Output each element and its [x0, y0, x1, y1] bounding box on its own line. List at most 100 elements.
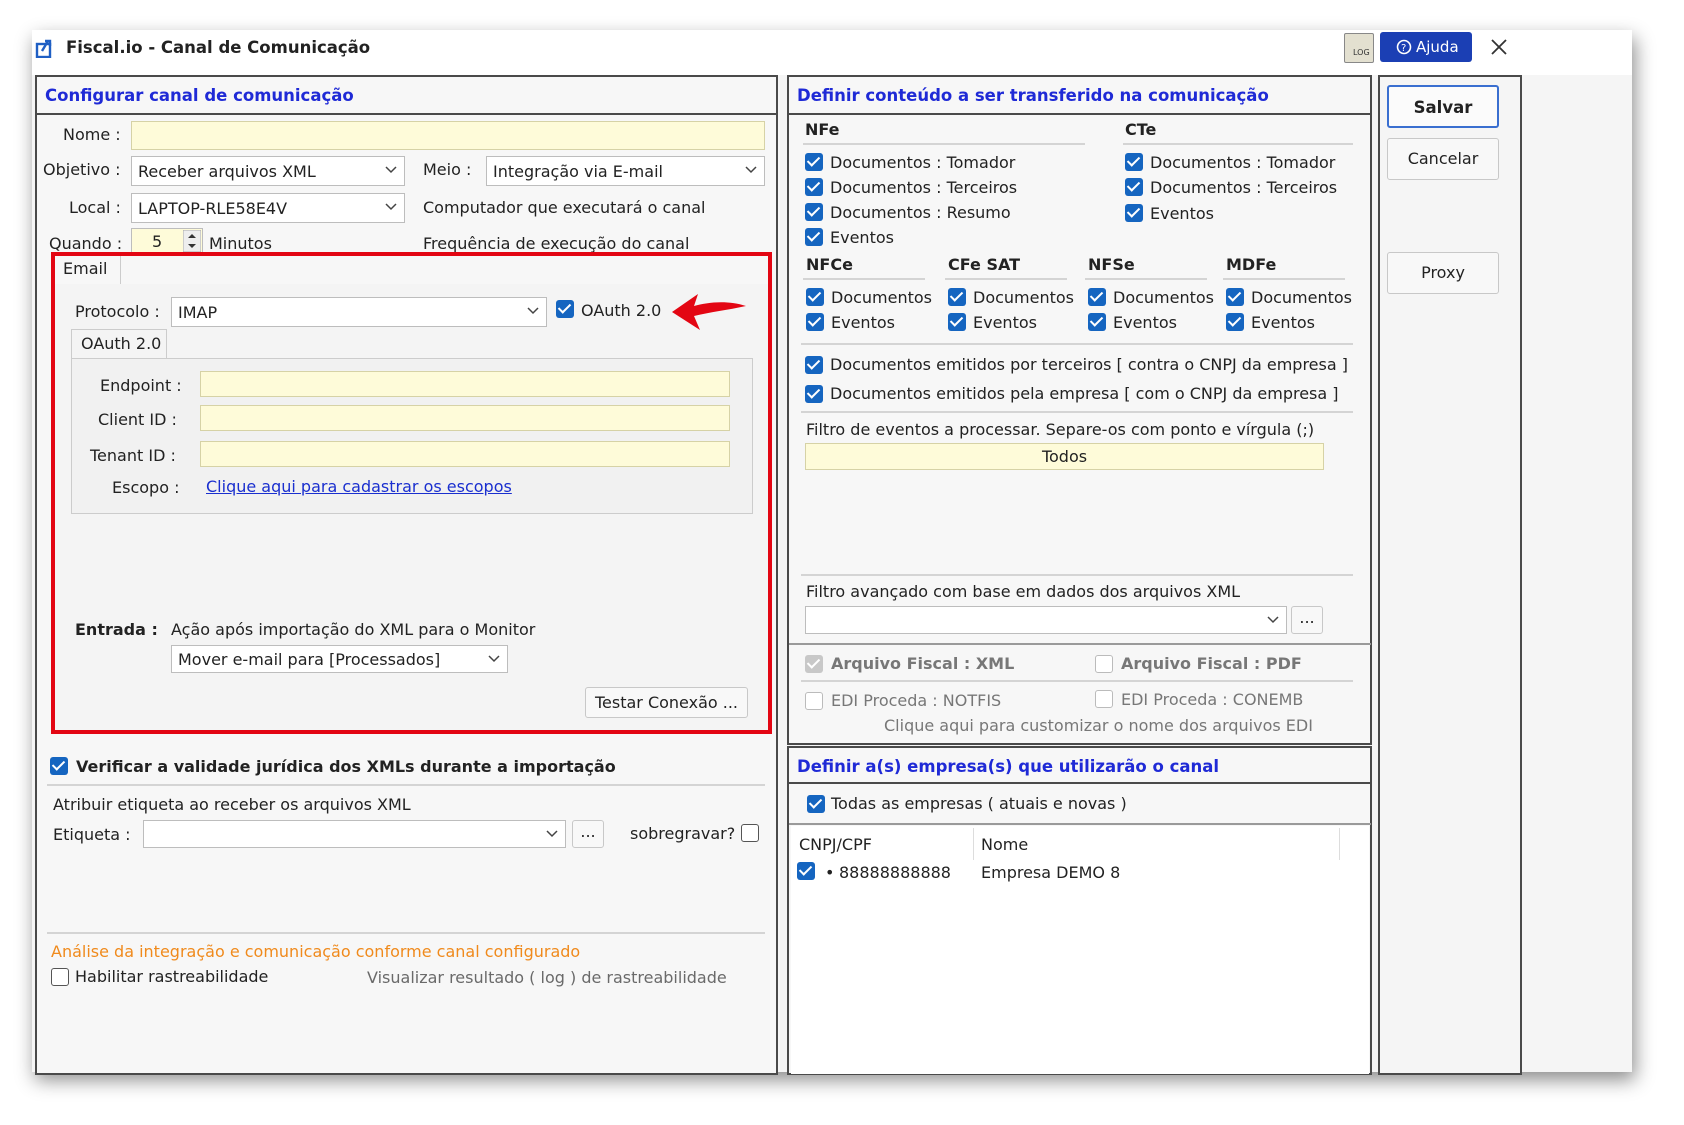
- nfce-checkbox[interactable]: [806, 313, 824, 331]
- quando-stepper[interactable]: 5: [131, 228, 203, 254]
- habilitar-label: Habilitar rastreabilidade: [75, 967, 269, 986]
- edi-conemb-checkbox[interactable]: [1095, 690, 1113, 708]
- clientid-label: Client ID :: [98, 410, 177, 429]
- filtro-eventos-input[interactable]: Todos: [805, 443, 1324, 470]
- arquivo-pdf-label: Arquivo Fiscal : PDF: [1121, 654, 1302, 673]
- nfe-checkbox[interactable]: [805, 153, 823, 171]
- col-nome-header: Nome: [981, 835, 1029, 854]
- content-panel-title: Definir conteúdo a ser transferido na co…: [797, 86, 1269, 105]
- nfe-checkbox[interactable]: [805, 203, 823, 221]
- nfe-checkbox[interactable]: [805, 178, 823, 196]
- todas-empresas-checkbox[interactable]: [807, 795, 825, 813]
- etiqueta-select[interactable]: [143, 820, 566, 848]
- filtro-avancado-select[interactable]: [805, 606, 1287, 634]
- mdfe-checkbox[interactable]: [1226, 313, 1244, 331]
- row-checkbox[interactable]: [797, 862, 815, 880]
- cte-title: CTe: [1125, 120, 1157, 139]
- tab-oauth[interactable]: OAuth 2.0: [71, 329, 167, 359]
- meio-select[interactable]: Integração via E-mail: [486, 156, 765, 186]
- emitidos-terceiros-label: Documentos emitidos por terceiros [ cont…: [830, 355, 1348, 374]
- mdfe-checkbox[interactable]: [1226, 288, 1244, 306]
- help-button[interactable]: ? Ajuda: [1380, 32, 1472, 62]
- oauth-checkbox[interactable]: [556, 300, 574, 318]
- local-description: Computador que executará o canal: [423, 198, 706, 217]
- dialog-window: Fiscal.io - Canal de Comunicação LOG ? A…: [32, 30, 1632, 1075]
- protocolo-label: Protocolo :: [75, 302, 160, 321]
- etiqueta-more-button[interactable]: ...: [572, 820, 604, 848]
- nfe-title: NFe: [805, 120, 840, 139]
- nfe-item: Eventos: [830, 228, 894, 247]
- atribuir-label: Atribuir etiqueta ao receber os arquivos…: [53, 795, 411, 814]
- chevron-down-icon: [488, 655, 500, 663]
- cfesat-checkbox[interactable]: [948, 288, 966, 306]
- endpoint-input[interactable]: [200, 371, 730, 397]
- sobregravar-checkbox[interactable]: [741, 824, 759, 842]
- objetivo-select[interactable]: Receber arquivos XML: [131, 156, 405, 186]
- sobregravar-label: sobregravar?: [630, 824, 736, 843]
- quando-label: Quando :: [49, 234, 123, 253]
- objetivo-label: Objetivo :: [43, 160, 121, 179]
- entrada-description: Ação após importação do XML para o Monit…: [171, 620, 536, 639]
- arquivo-xml-label: Arquivo Fiscal : XML: [831, 654, 1015, 673]
- escopo-label: Escopo :: [112, 478, 180, 497]
- nfse-checkbox[interactable]: [1088, 288, 1106, 306]
- empresas-panel: Definir a(s) empresa(s) que utilizarão o…: [787, 746, 1372, 1075]
- endpoint-label: Endpoint :: [100, 376, 182, 395]
- email-tab-content: Protocolo : IMAP OAuth 2.0 OAuth 2.0 End…: [55, 284, 768, 730]
- testar-conexao-button[interactable]: Testar Conexão ...: [585, 687, 748, 718]
- col-cnpj-header: CNPJ/CPF: [799, 835, 872, 854]
- oauth-checkbox-label: OAuth 2.0: [581, 301, 662, 320]
- content-panel: Definir conteúdo a ser transferido na co…: [787, 75, 1372, 745]
- visualizar-link[interactable]: Visualizar resultado ( log ) de rastreab…: [367, 968, 727, 987]
- cte-checkbox[interactable]: [1125, 153, 1143, 171]
- cancelar-button[interactable]: Cancelar: [1387, 138, 1499, 180]
- nfse-checkbox[interactable]: [1088, 313, 1106, 331]
- entrada-select[interactable]: Mover e-mail para [Processados]: [171, 645, 508, 673]
- log-icon[interactable]: LOG: [1344, 33, 1374, 63]
- mdfe-item: Eventos: [1251, 313, 1315, 332]
- cte-checkbox[interactable]: [1125, 178, 1143, 196]
- nome-label: Nome :: [63, 125, 121, 144]
- emitidos-empresa-checkbox[interactable]: [805, 385, 823, 403]
- config-panel: Configurar canal de comunicação Nome : O…: [35, 75, 778, 1075]
- nfce-checkbox[interactable]: [806, 288, 824, 306]
- email-tab-highlight: Email Protocolo : IMAP OAuth 2.0 OAuth 2…: [51, 252, 772, 734]
- habilitar-checkbox[interactable]: [51, 968, 69, 986]
- emitidos-terceiros-checkbox[interactable]: [805, 356, 823, 374]
- nfe-checkbox[interactable]: [805, 228, 823, 246]
- filtro-eventos-label: Filtro de eventos a processar. Separe-os…: [806, 420, 1315, 439]
- verificar-checkbox[interactable]: [50, 757, 68, 775]
- empresas-table: CNPJ/CPF Nome • 88888888888 Empresa DEMO…: [791, 826, 1369, 1074]
- nome-input[interactable]: [131, 121, 765, 150]
- emitidos-empresa-label: Documentos emitidos pela empresa [ com o…: [830, 384, 1339, 403]
- close-icon[interactable]: [1491, 39, 1507, 55]
- filtro-avancado-more-button[interactable]: ...: [1291, 606, 1323, 634]
- edi-conemb-label: EDI Proceda : CONEMB: [1121, 690, 1304, 709]
- proxy-button[interactable]: Proxy: [1387, 252, 1499, 294]
- config-panel-title: Configurar canal de comunicação: [45, 86, 354, 105]
- stepper-arrows-icon[interactable]: [183, 230, 201, 252]
- arquivo-xml-checkbox[interactable]: [805, 655, 823, 673]
- tab-email[interactable]: Email: [55, 256, 121, 284]
- salvar-button[interactable]: Salvar: [1387, 85, 1499, 128]
- filtro-avancado-label: Filtro avançado com base em dados dos ar…: [806, 582, 1241, 601]
- table-row[interactable]: • 88888888888 Empresa DEMO 8: [791, 862, 1369, 890]
- todas-empresas-label: Todas as empresas ( atuais e novas ): [831, 794, 1127, 813]
- cfesat-checkbox[interactable]: [948, 313, 966, 331]
- edi-notfis-checkbox[interactable]: [805, 692, 823, 710]
- protocolo-select[interactable]: IMAP: [171, 297, 547, 327]
- edi-customizar-link[interactable]: Clique aqui para customizar o nome dos a…: [884, 716, 1313, 735]
- chevron-down-icon: [546, 830, 558, 838]
- escopo-link[interactable]: Clique aqui para cadastrar os escopos: [206, 477, 512, 496]
- quando-unit: Minutos: [209, 234, 272, 253]
- entrada-label: Entrada :: [75, 620, 158, 639]
- tenantid-input[interactable]: [200, 441, 730, 467]
- arquivo-pdf-checkbox[interactable]: [1095, 655, 1113, 673]
- edi-notfis-label: EDI Proceda : NOTFIS: [831, 691, 1002, 710]
- cte-checkbox[interactable]: [1125, 204, 1143, 222]
- clientid-input[interactable]: [200, 405, 730, 431]
- analise-label: Análise da integração e comunicação conf…: [51, 942, 581, 961]
- chevron-down-icon: [385, 166, 397, 174]
- oauth-tab-content: Endpoint : Client ID : Tenant ID : Escop…: [71, 358, 753, 514]
- local-select[interactable]: LAPTOP-RLE58E4V: [131, 193, 405, 223]
